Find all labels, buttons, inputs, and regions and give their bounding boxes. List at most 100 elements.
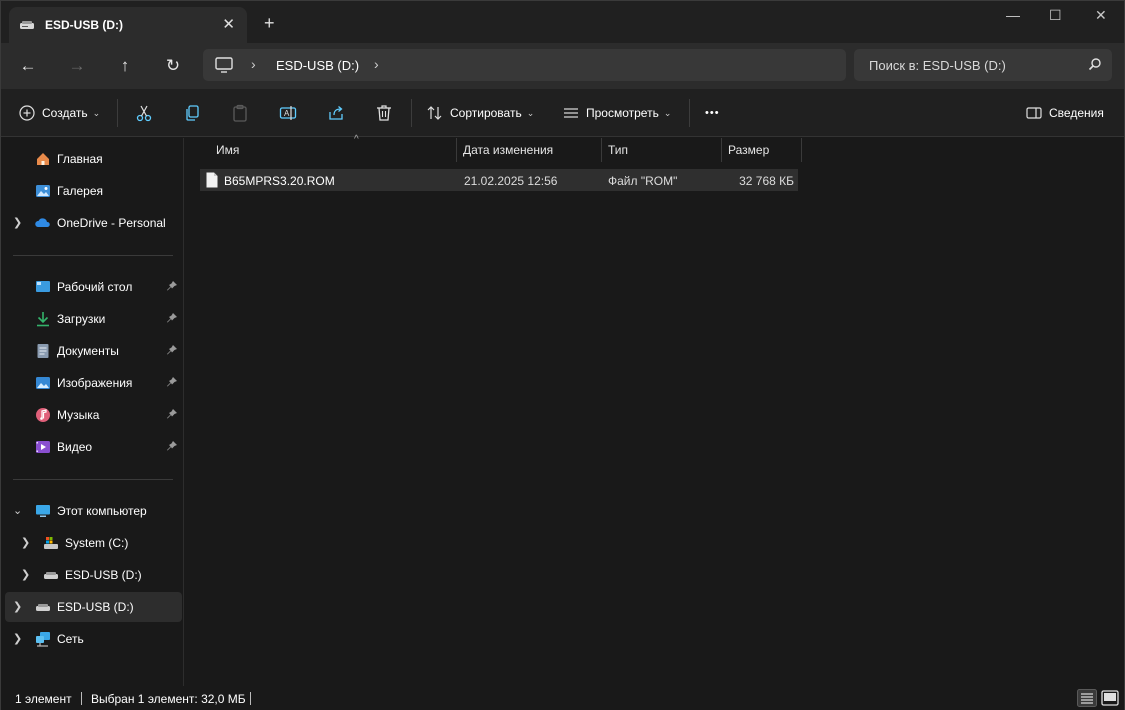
details-pane-icon	[1026, 107, 1042, 119]
column-header-name[interactable]: ^ Имя	[210, 134, 457, 162]
copy-icon[interactable]	[183, 104, 201, 122]
tab-close-icon[interactable]: ✕	[222, 15, 235, 33]
up-button[interactable]: ↑	[114, 55, 136, 77]
more-options-button[interactable]: •••	[705, 103, 720, 123]
search-placeholder: Поиск в: ESD-USB (D:)	[869, 58, 1006, 73]
computer-icon	[36, 505, 50, 517]
view-button[interactable]: Просмотреть ⌄	[563, 103, 671, 123]
pin-icon[interactable]	[166, 376, 178, 388]
selection-info: Выбран 1 элемент: 32,0 МБ	[91, 692, 246, 706]
sidebar-item-label: ESD-USB (D:)	[57, 600, 134, 614]
computer-icon	[215, 57, 233, 73]
sidebar-item-system-drive[interactable]: ❯ System (C:)	[5, 528, 182, 558]
add-icon	[19, 105, 35, 121]
sidebar-item-label: Сеть	[57, 632, 84, 646]
sidebar-item-this-pc[interactable]: ⌄ Этот компьютер	[5, 496, 182, 526]
sidebar-item-usb-drive[interactable]: ❯ ESD-USB (D:)	[5, 560, 182, 590]
sidebar-item-music[interactable]: Музыка	[5, 400, 182, 430]
share-icon[interactable]	[327, 104, 345, 122]
chevron-down-icon: ⌄	[663, 107, 672, 118]
details-view-icon[interactable]	[1077, 689, 1097, 707]
tab-esd-usb[interactable]: ESD-USB (D:) ✕	[9, 7, 247, 43]
pin-icon[interactable]	[166, 280, 178, 292]
breadcrumb-chevron-icon[interactable]: ›	[374, 56, 379, 72]
sidebar-item-label: System (C:)	[65, 536, 129, 550]
new-tab-button[interactable]: +	[264, 14, 275, 32]
chevron-right-icon[interactable]: ❯	[21, 568, 30, 581]
sidebar-item-downloads[interactable]: Загрузки	[5, 304, 182, 334]
videos-icon	[36, 441, 50, 453]
close-button[interactable]: ✕	[1095, 7, 1107, 24]
maximize-button[interactable]: ☐	[1049, 7, 1062, 24]
minimize-button[interactable]: —	[1006, 7, 1020, 23]
sidebar-item-label: Этот компьютер	[57, 504, 147, 518]
breadcrumb-chevron-icon[interactable]: ›	[251, 56, 256, 72]
chevron-down-icon[interactable]: ⌄	[13, 504, 22, 517]
home-icon	[37, 153, 49, 165]
sidebar-item-videos[interactable]: Видео	[5, 432, 182, 462]
navigation-pane: Главная Галерея ❯ OneDrive - Personal Ра…	[1, 138, 184, 686]
column-header-label: Дата изменения	[463, 143, 554, 157]
file-explorer-window: ESD-USB (D:) ✕ + — ☐ ✕ ← → ↑ ↻ › ESD-USB…	[0, 0, 1125, 710]
column-header-label: Имя	[216, 143, 240, 157]
refresh-button[interactable]: ↻	[162, 55, 184, 77]
address-bar[interactable]: › ESD-USB (D:) ›	[203, 49, 846, 81]
large-icons-view-icon[interactable]	[1100, 689, 1120, 707]
toolbar-divider	[411, 99, 412, 127]
desktop-icon	[36, 281, 50, 292]
usb-drive-icon	[20, 21, 34, 29]
view-label: Просмотреть	[586, 106, 659, 120]
column-header-date[interactable]: Дата изменения	[457, 138, 602, 162]
cut-icon[interactable]	[135, 104, 153, 122]
sidebar-item-label: Музыка	[57, 408, 100, 422]
details-button[interactable]: Сведения	[1026, 103, 1104, 123]
sidebar-item-label: Галерея	[57, 184, 104, 198]
status-divider	[250, 692, 251, 705]
sort-button[interactable]: Сортировать ⌄	[427, 103, 534, 123]
search-box[interactable]: Поиск в: ESD-USB (D:)	[854, 49, 1112, 81]
sidebar-item-onedrive[interactable]: ❯ OneDrive - Personal	[5, 208, 182, 238]
sidebar-item-home[interactable]: Главная	[5, 144, 182, 174]
file-row[interactable]: B65MPRS3.20.ROM 21.02.2025 12:56 Файл "R…	[200, 169, 798, 191]
network-icon	[36, 632, 50, 647]
view-list-icon	[564, 108, 578, 118]
sidebar-divider	[13, 255, 173, 256]
column-header-size[interactable]: Размер	[722, 138, 802, 162]
sidebar-item-desktop[interactable]: Рабочий стол	[5, 272, 182, 302]
title-bar: ESD-USB (D:) ✕ + — ☐ ✕	[1, 1, 1124, 43]
paste-icon[interactable]	[231, 104, 249, 122]
sort-ascending-icon: ^	[354, 134, 359, 145]
sidebar-item-label: Изображения	[57, 376, 133, 390]
forward-button[interactable]: →	[66, 55, 88, 77]
sort-icon	[427, 106, 442, 120]
create-button[interactable]: Создать ⌄	[19, 103, 100, 123]
chevron-right-icon[interactable]: ❯	[13, 216, 22, 229]
sidebar-item-label: Рабочий стол	[57, 280, 133, 294]
tab-title: ESD-USB (D:)	[45, 18, 123, 32]
pin-icon[interactable]	[166, 408, 178, 420]
chevron-right-icon[interactable]: ❯	[13, 600, 22, 613]
sort-label: Сортировать	[450, 106, 522, 120]
delete-icon[interactable]	[375, 104, 393, 122]
pin-icon[interactable]	[166, 344, 178, 356]
sidebar-item-gallery[interactable]: Галерея	[5, 176, 182, 206]
system-drive-icon	[44, 537, 58, 549]
breadcrumb-segment[interactable]: ESD-USB (D:)	[276, 58, 359, 73]
chevron-right-icon[interactable]: ❯	[21, 536, 30, 549]
column-header-type[interactable]: Тип	[602, 138, 722, 162]
details-label: Сведения	[1049, 106, 1104, 120]
rename-icon[interactable]: A	[279, 104, 297, 122]
sidebar-item-usb-root[interactable]: ❯ ESD-USB (D:)	[5, 592, 182, 622]
pin-icon[interactable]	[166, 312, 178, 324]
column-header-label: Тип	[608, 143, 629, 157]
sidebar-item-label: Загрузки	[57, 312, 106, 326]
chevron-right-icon[interactable]: ❯	[13, 632, 22, 645]
sidebar-item-documents[interactable]: Документы	[5, 336, 182, 366]
pin-icon[interactable]	[166, 440, 178, 452]
create-label: Создать	[42, 106, 88, 120]
sidebar-item-pictures[interactable]: Изображения	[5, 368, 182, 398]
back-button[interactable]: ←	[17, 55, 39, 77]
sidebar-item-network[interactable]: ❯ Сеть	[5, 624, 182, 654]
navigation-bar: ← → ↑ ↻ › ESD-USB (D:) › Поиск в: ESD-US…	[1, 43, 1124, 89]
gallery-icon	[36, 185, 50, 197]
